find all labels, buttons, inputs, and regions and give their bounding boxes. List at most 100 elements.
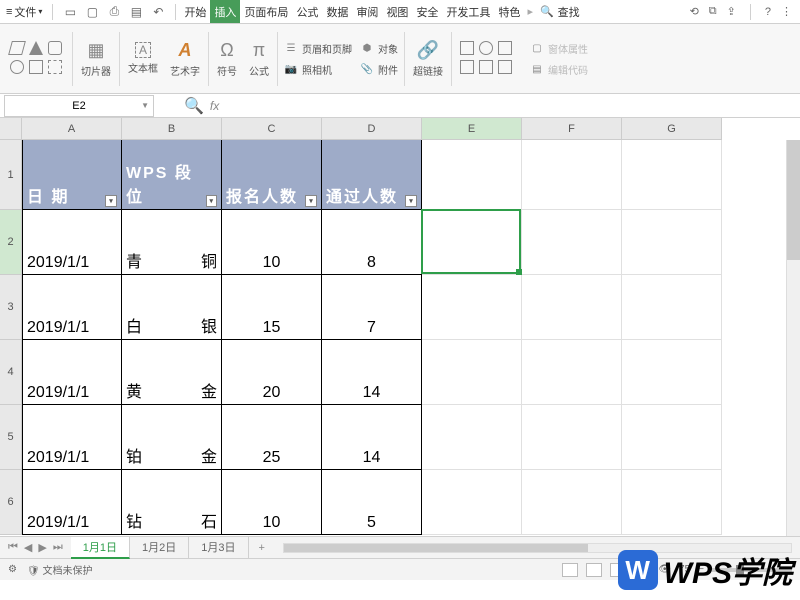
cell-B5[interactable]: 铂金	[122, 405, 222, 470]
cell-G6[interactable]	[622, 470, 722, 535]
cell-C5[interactable]: 25	[222, 405, 322, 470]
cell-E4[interactable]	[422, 340, 522, 405]
cell-G1[interactable]	[622, 140, 722, 210]
tab-special[interactable]: 特色	[494, 0, 524, 23]
tab-security[interactable]: 安全	[412, 0, 442, 23]
cell-B2[interactable]: 青铜	[122, 210, 222, 275]
tab-home[interactable]: 开始	[180, 0, 210, 23]
cell-F6[interactable]	[522, 470, 622, 535]
hyperlink-button[interactable]: 🔗 超链接	[409, 38, 447, 80]
formula-input[interactable]	[225, 96, 800, 116]
filter-icon[interactable]: ▾	[305, 195, 317, 207]
cell-E2[interactable]	[422, 210, 522, 275]
cell-G2[interactable]	[622, 210, 722, 275]
cell-C1[interactable]: 报名人数▾	[222, 140, 322, 210]
cell-D6[interactable]: 5	[322, 470, 422, 535]
sheet-nav-next-icon[interactable]: ▶	[38, 541, 46, 554]
tab-data[interactable]: 数据	[322, 0, 352, 23]
tab-view[interactable]: 视图	[382, 0, 412, 23]
file-menu[interactable]: ≡文件▾	[0, 4, 48, 20]
col-header-G[interactable]: G	[622, 118, 722, 140]
pane-props-button[interactable]: ▢窗体属性	[528, 40, 590, 57]
cell-F5[interactable]	[522, 405, 622, 470]
search-button[interactable]: 🔍 查找	[540, 4, 580, 20]
protect-status[interactable]: 🛡 文档未保护	[27, 562, 92, 577]
sheet-nav-last-icon[interactable]: ⏭	[53, 541, 63, 554]
cell-A5[interactable]: 2019/1/1	[22, 405, 122, 470]
edit-code-button[interactable]: ▤编辑代码	[528, 61, 590, 78]
view-mode-1[interactable]	[562, 563, 578, 577]
cell-A3[interactable]: 2019/1/1	[22, 275, 122, 340]
print-icon[interactable]: ⎙	[107, 5, 121, 19]
sheet-nav-first-icon[interactable]: ⏮	[8, 541, 18, 554]
symbol-button[interactable]: Ω 符号	[213, 38, 241, 80]
tab-devtools[interactable]: 开发工具	[442, 0, 494, 23]
tab-insert[interactable]: 插入	[210, 0, 240, 23]
attachment-button[interactable]: 📎附件	[358, 61, 400, 78]
help-icon[interactable]: ?	[765, 6, 771, 18]
object-button[interactable]: ⬢对象	[358, 40, 400, 57]
sync-icon[interactable]: ⟲	[690, 5, 699, 18]
cell-D3[interactable]: 7	[322, 275, 422, 340]
cell-A6[interactable]: 2019/1/1	[22, 470, 122, 535]
new-icon[interactable]: ▭	[63, 5, 77, 19]
wordart-button[interactable]: A 艺术字	[166, 38, 204, 80]
cell-F2[interactable]	[522, 210, 622, 275]
cell-E3[interactable]	[422, 275, 522, 340]
cell-E5[interactable]	[422, 405, 522, 470]
share-icon[interactable]: ⇪	[727, 5, 736, 18]
col-header-E[interactable]: E	[422, 118, 522, 140]
preview-icon[interactable]: ▤	[129, 5, 143, 19]
undo-icon[interactable]: ↶	[151, 5, 165, 19]
cell-D1[interactable]: 通过人数▾	[322, 140, 422, 210]
cell-A1[interactable]: 日 期▾	[22, 140, 122, 210]
tab-review[interactable]: 审阅	[352, 0, 382, 23]
cell-D2[interactable]: 8	[322, 210, 422, 275]
row-header-5[interactable]: 5	[0, 405, 22, 470]
filter-icon[interactable]: ▾	[206, 195, 217, 207]
fx-search-icon[interactable]: 🔍	[184, 96, 204, 116]
col-header-A[interactable]: A	[22, 118, 122, 140]
cell-E1[interactable]	[422, 140, 522, 210]
tab-layout[interactable]: 页面布局	[240, 0, 292, 23]
row-header-4[interactable]: 4	[0, 340, 22, 405]
cell-B1[interactable]: WPS 段位▾	[122, 140, 222, 210]
col-header-F[interactable]: F	[522, 118, 622, 140]
header-footer-button[interactable]: ☰页眉和页脚	[282, 40, 354, 57]
cell-G5[interactable]	[622, 405, 722, 470]
add-sheet-button[interactable]: +	[249, 542, 275, 554]
cell-F3[interactable]	[522, 275, 622, 340]
col-header-C[interactable]: C	[222, 118, 322, 140]
cell-B3[interactable]: 白银	[122, 275, 222, 340]
cell-C3[interactable]: 15	[222, 275, 322, 340]
tab-formula[interactable]: 公式	[292, 0, 322, 23]
settings-icon[interactable]: ⚙	[8, 564, 17, 575]
shapes-group[interactable]	[6, 28, 68, 89]
cell-D4[interactable]: 14	[322, 340, 422, 405]
more-icon[interactable]: ⋮	[781, 5, 792, 18]
select-all-corner[interactable]	[0, 118, 22, 140]
col-header-D[interactable]: D	[322, 118, 422, 140]
spreadsheet[interactable]: ABCDEFG 123456 日 期▾WPS 段位▾报名人数▾通过人数▾2019…	[0, 118, 800, 536]
view-mode-2[interactable]	[586, 563, 602, 577]
row-header-2[interactable]: 2	[0, 210, 22, 275]
cell-E6[interactable]	[422, 470, 522, 535]
sheet-tab-2[interactable]: 1月3日	[189, 537, 248, 559]
filter-icon[interactable]: ▾	[405, 195, 417, 207]
cell-B4[interactable]: 黄金	[122, 340, 222, 405]
sheet-tab-0[interactable]: 1月1日	[71, 537, 130, 559]
row-header-3[interactable]: 3	[0, 275, 22, 340]
cell-C2[interactable]: 10	[222, 210, 322, 275]
filter-icon[interactable]: ▾	[105, 195, 117, 207]
cell-F1[interactable]	[522, 140, 622, 210]
col-header-B[interactable]: B	[122, 118, 222, 140]
cell-A4[interactable]: 2019/1/1	[22, 340, 122, 405]
vertical-scrollbar[interactable]	[786, 140, 800, 536]
open-icon[interactable]: ▢	[85, 5, 99, 19]
cell-C4[interactable]: 20	[222, 340, 322, 405]
slicer-button[interactable]: ▦ 切片器	[77, 38, 115, 80]
row-header-1[interactable]: 1	[0, 140, 22, 210]
textbox-button[interactable]: A 文本框	[124, 40, 162, 77]
equation-button[interactable]: π 公式	[245, 38, 273, 80]
cell-D5[interactable]: 14	[322, 405, 422, 470]
